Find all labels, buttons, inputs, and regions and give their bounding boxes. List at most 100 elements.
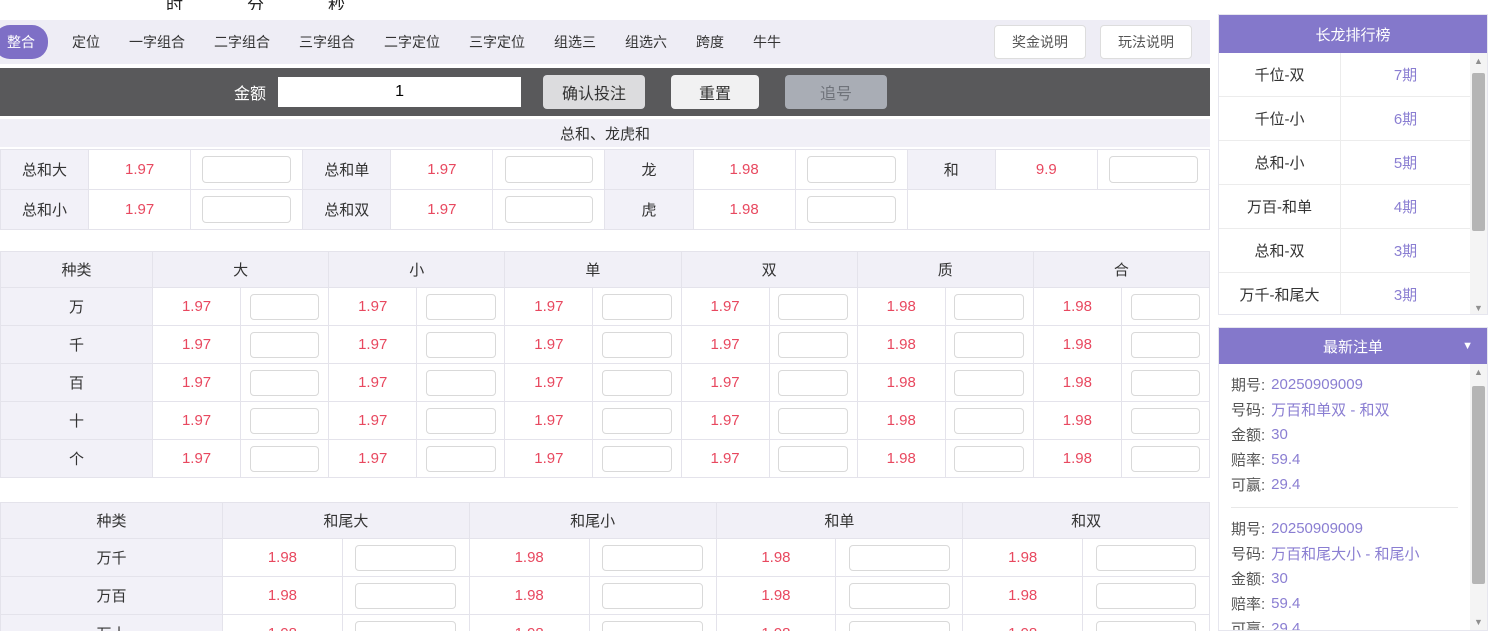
- odds-value: 1.97: [329, 364, 417, 402]
- scroll-down-icon[interactable]: ▼: [1470, 300, 1487, 315]
- bet-input[interactable]: [1131, 294, 1201, 320]
- bet-input[interactable]: [849, 621, 950, 631]
- column-header: 和尾小: [470, 503, 717, 539]
- bet-input[interactable]: [505, 156, 594, 183]
- scroll-up-icon[interactable]: ▲: [1470, 364, 1487, 380]
- bet-input[interactable]: [250, 408, 320, 434]
- bet-input[interactable]: [954, 332, 1024, 358]
- bet-input[interactable]: [602, 446, 672, 472]
- bet-input[interactable]: [602, 621, 703, 631]
- bet-input[interactable]: [778, 294, 848, 320]
- bet-input[interactable]: [426, 294, 496, 320]
- bet-input[interactable]: [505, 196, 594, 223]
- bet-input[interactable]: [849, 545, 950, 571]
- bet-input[interactable]: [1131, 446, 1201, 472]
- bet-input[interactable]: [602, 370, 672, 396]
- bet-input[interactable]: [778, 446, 848, 472]
- bet-input[interactable]: [1096, 583, 1197, 609]
- bet-label: 总和单: [303, 150, 391, 190]
- latest-bets-panel: 最新注单 ▼ 期号:20250909009 号码:万百和单双 - 和双 金额:3…: [1218, 327, 1488, 631]
- bet-input[interactable]: [426, 332, 496, 358]
- bet-input[interactable]: [1096, 621, 1197, 631]
- bet-input[interactable]: [602, 408, 672, 434]
- scrollbar[interactable]: ▲ ▼: [1470, 364, 1487, 630]
- bet-input[interactable]: [1131, 370, 1201, 396]
- tab-group-select-3[interactable]: 组选三: [554, 32, 596, 52]
- number-value: 万百和尾大小 - 和尾小: [1271, 543, 1419, 564]
- tab-two-char-position[interactable]: 二字定位: [384, 32, 440, 52]
- bet-cell: [343, 577, 470, 615]
- amount-input[interactable]: [278, 77, 521, 107]
- dragon-rank-panel: 长龙排行榜 千位-双 7期 千位-小 6期 总和-小 5期 万百-和单 4期 总…: [1218, 14, 1488, 315]
- tab-group-select-6[interactable]: 组选六: [625, 32, 667, 52]
- bet-input[interactable]: [807, 156, 896, 183]
- scrollbar[interactable]: ▲ ▼: [1470, 53, 1487, 315]
- bet-input[interactable]: [250, 370, 320, 396]
- bet-input[interactable]: [426, 408, 496, 434]
- scroll-down-icon[interactable]: ▼: [1470, 614, 1487, 630]
- odds-value: 1.97: [89, 190, 191, 230]
- bet-cell: [191, 150, 303, 190]
- bet-input[interactable]: [202, 196, 291, 223]
- main-content: 时 分 秒 整合 定位 一字组合 二字组合 三字组合 二字定位 三字定位 组选三…: [0, 0, 1210, 631]
- bet-cell: [836, 615, 963, 631]
- bet-cell: [836, 539, 963, 577]
- tab-span[interactable]: 跨度: [696, 32, 724, 52]
- bet-input[interactable]: [355, 545, 456, 571]
- dragon-rank-row: 总和-小 5期: [1219, 141, 1487, 185]
- rules-info-button[interactable]: 玩法说明: [1100, 25, 1192, 59]
- bet-input[interactable]: [778, 370, 848, 396]
- bet-input[interactable]: [849, 583, 950, 609]
- dragon-streak: 6期: [1341, 97, 1470, 140]
- bet-input[interactable]: [250, 332, 320, 358]
- bet-input[interactable]: [355, 621, 456, 631]
- tab-three-char-combo[interactable]: 三字组合: [299, 32, 355, 52]
- bet-input[interactable]: [602, 545, 703, 571]
- bet-input[interactable]: [426, 370, 496, 396]
- reset-button[interactable]: 重置: [671, 75, 759, 109]
- scroll-up-icon[interactable]: ▲: [1470, 53, 1487, 69]
- tab-integrate[interactable]: 整合: [0, 25, 48, 59]
- bet-input[interactable]: [778, 332, 848, 358]
- chase-number-button[interactable]: 追号: [785, 75, 887, 109]
- bet-input[interactable]: [954, 446, 1024, 472]
- latest-bets-list: 期号:20250909009 号码:万百和单双 - 和双 金额:30 赔率:59…: [1219, 364, 1470, 631]
- bet-input[interactable]: [807, 196, 896, 223]
- odds-value: 1.98: [858, 440, 946, 478]
- bet-input[interactable]: [954, 294, 1024, 320]
- bet-input[interactable]: [250, 446, 320, 472]
- bet-input[interactable]: [1131, 408, 1201, 434]
- chevron-down-icon[interactable]: ▼: [1462, 340, 1473, 352]
- bet-input[interactable]: [426, 446, 496, 472]
- bet-input[interactable]: [355, 583, 456, 609]
- odds-value: 1.98: [963, 539, 1083, 577]
- bet-input[interactable]: [602, 583, 703, 609]
- odds-value: 1.97: [329, 326, 417, 364]
- number-label: 号码:: [1231, 543, 1265, 564]
- bet-input[interactable]: [954, 408, 1024, 434]
- confirm-bet-button[interactable]: 确认投注: [543, 75, 645, 109]
- odds-value: 1.98: [858, 326, 946, 364]
- bet-input[interactable]: [778, 408, 848, 434]
- scrollbar-thumb[interactable]: [1472, 73, 1485, 231]
- tab-bull-bull[interactable]: 牛牛: [753, 32, 781, 52]
- bonus-info-button[interactable]: 奖金说明: [994, 25, 1086, 59]
- tab-position[interactable]: 定位: [72, 32, 100, 52]
- tab-three-char-position[interactable]: 三字定位: [469, 32, 525, 52]
- bet-input[interactable]: [250, 294, 320, 320]
- odds-value: 1.98: [1034, 402, 1122, 440]
- bet-label: 总和大: [1, 150, 89, 190]
- tab-one-char-combo[interactable]: 一字组合: [129, 32, 185, 52]
- tab-two-char-combo[interactable]: 二字组合: [214, 32, 270, 52]
- bet-input[interactable]: [602, 294, 672, 320]
- odds-value: 1.98: [1034, 440, 1122, 478]
- bet-input[interactable]: [202, 156, 291, 183]
- bet-input[interactable]: [1096, 545, 1197, 571]
- bet-input[interactable]: [602, 332, 672, 358]
- bet-cell: [946, 440, 1034, 478]
- bet-input[interactable]: [954, 370, 1024, 396]
- scrollbar-thumb[interactable]: [1472, 386, 1485, 584]
- odds-value: 1.97: [153, 402, 241, 440]
- bet-input[interactable]: [1131, 332, 1201, 358]
- bet-input[interactable]: [1109, 156, 1198, 183]
